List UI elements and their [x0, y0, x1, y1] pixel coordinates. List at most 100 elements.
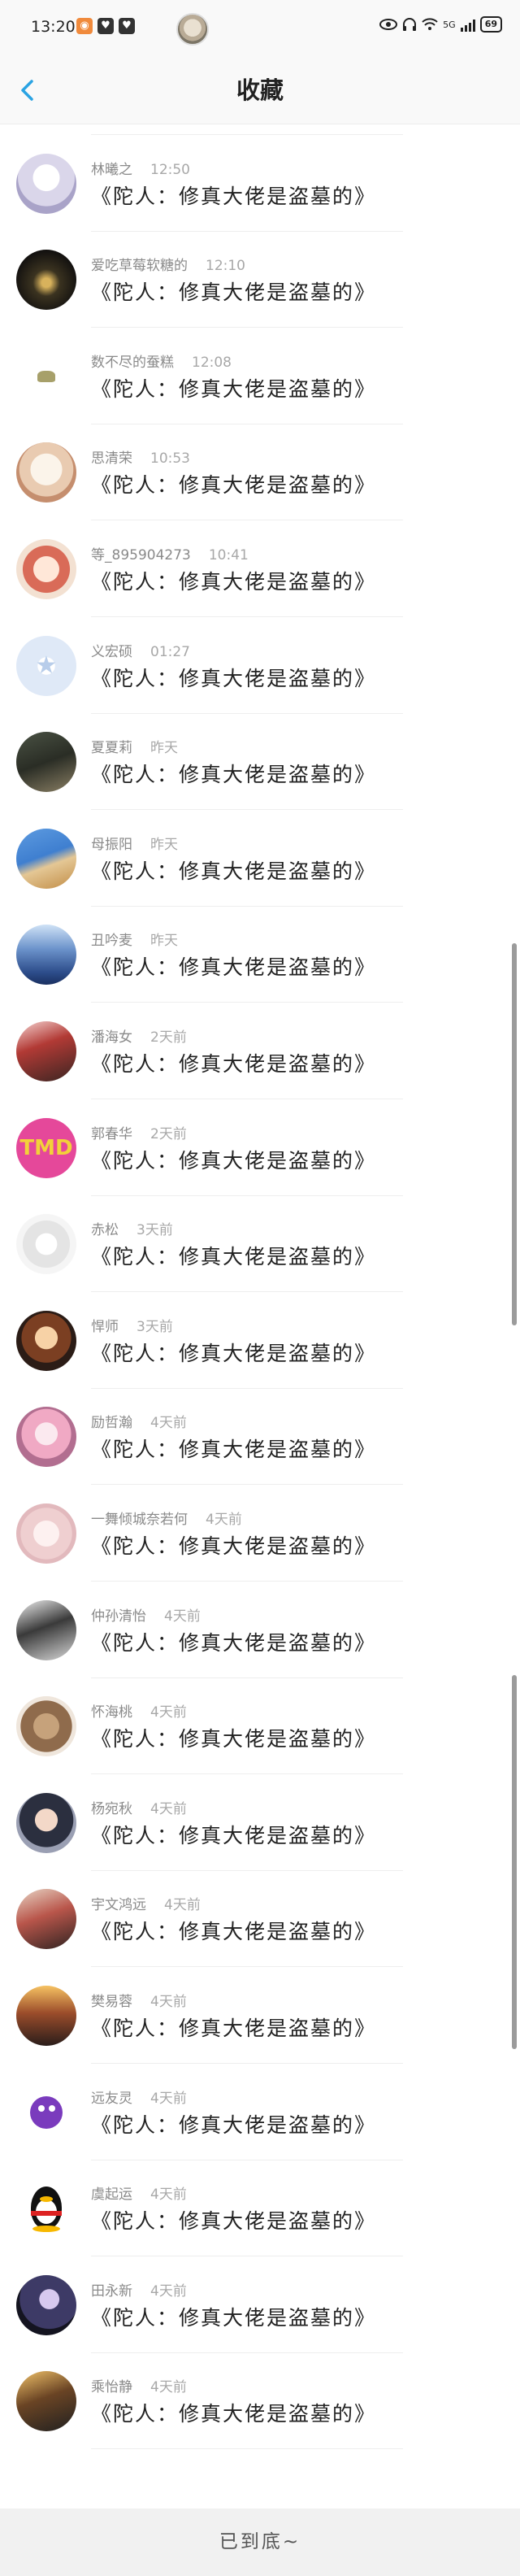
- avatar[interactable]: TMD: [16, 1118, 76, 1178]
- message-preview: 《陀人：修真大佬是盗墓的》: [91, 1824, 377, 1847]
- sender-name: 数不尽的蚕糕: [91, 355, 174, 371]
- item-meta: 悍师 3天前: [91, 1315, 173, 1335]
- timestamp: 4天前: [164, 1608, 201, 1625]
- avatar[interactable]: [16, 539, 76, 599]
- avatar[interactable]: [16, 346, 76, 407]
- timestamp: 4天前: [164, 1897, 201, 1913]
- timestamp: 12:50: [150, 162, 190, 178]
- avatar[interactable]: [16, 1214, 76, 1274]
- message-preview: 《陀人：修真大佬是盗墓的》: [91, 955, 377, 979]
- sender-name: 夏夏莉: [91, 740, 132, 756]
- floating-avatar-icon[interactable]: [176, 13, 209, 46]
- sender-name: 义宏硕: [91, 644, 132, 660]
- list-item[interactable]: 思清荣 10:53 《陀人：修真大佬是盗墓的》: [0, 424, 520, 520]
- avatar[interactable]: [16, 2178, 76, 2239]
- headphones-icon: [403, 18, 417, 31]
- timestamp: 12:08: [192, 355, 232, 371]
- avatar[interactable]: [16, 2082, 76, 2143]
- timestamp: 2天前: [150, 1126, 187, 1142]
- item-meta: 思清荣 10:53: [91, 446, 190, 467]
- message-preview: 《陀人：修真大佬是盗墓的》: [91, 1534, 377, 1558]
- sender-name: 等_895904273: [91, 547, 191, 564]
- avatar[interactable]: [16, 732, 76, 792]
- message-preview: 《陀人：修真大佬是盗墓的》: [91, 859, 377, 883]
- message-preview: 《陀人：修真大佬是盗墓的》: [91, 1727, 377, 1751]
- list-item[interactable]: 怀海桃 4天前 《陀人：修真大佬是盗墓的》: [0, 1677, 520, 1774]
- item-meta: 数不尽的蚕糕 12:08: [91, 350, 232, 371]
- list-item[interactable]: 杨宛秋 4天前 《陀人：修真大佬是盗墓的》: [0, 1774, 520, 1871]
- avatar[interactable]: [16, 2275, 76, 2335]
- list-item[interactable]: 乘怡静 4天前《陀人：修真大佬是盗墓的》: [0, 2352, 520, 2449]
- avatar[interactable]: [16, 1311, 76, 1371]
- page-title: 收藏: [236, 76, 284, 104]
- list-item[interactable]: 励哲瀚 4天前 《陀人：修真大佬是盗墓的》: [0, 1388, 520, 1485]
- avatar[interactable]: [16, 829, 76, 889]
- timestamp: 4天前: [206, 1512, 242, 1528]
- list-item[interactable]: 潘海女 2天前 《陀人：修真大佬是盗墓的》: [0, 1003, 520, 1099]
- list-item[interactable]: 仲孙清怡 4天前 《陀人：修真大佬是盗墓的》: [0, 1582, 520, 1678]
- list-item[interactable]: 宇文鸿远 4天前 《陀人：修真大佬是盗墓的》: [0, 1870, 520, 1967]
- message-preview: 《陀人：修真大佬是盗墓的》: [91, 2402, 377, 2426]
- divider: [91, 2448, 403, 2449]
- list-item[interactable]: 远友灵 4天前 《陀人：修真大佬是盗墓的》: [0, 2064, 520, 2160]
- timestamp: 昨天: [150, 740, 178, 756]
- avatar[interactable]: [16, 2371, 76, 2431]
- timestamp: 4天前: [150, 2091, 187, 2107]
- battery-icon: 69: [479, 16, 502, 33]
- sender-name: 仲孙清怡: [91, 1608, 146, 1625]
- sender-name: 宇文鸿远: [91, 1897, 146, 1913]
- avatar[interactable]: [16, 1407, 76, 1467]
- avatar[interactable]: [16, 1503, 76, 1564]
- avatar[interactable]: [16, 1600, 76, 1660]
- avatar[interactable]: [16, 154, 76, 214]
- timestamp: 3天前: [136, 1222, 173, 1238]
- sender-name: 樊易蓉: [91, 1994, 132, 2010]
- scrollbar-thumb[interactable]: [512, 1675, 517, 2049]
- item-meta: 樊易蓉 4天前: [91, 1990, 187, 2010]
- item-meta: 夏夏莉 昨天: [91, 736, 178, 756]
- avatar[interactable]: ★: [16, 636, 76, 696]
- back-button[interactable]: [10, 72, 47, 109]
- timestamp: 4天前: [150, 1994, 187, 2010]
- list-item[interactable]: 林曦之 12:50 《陀人：修真大佬是盗墓的》: [0, 135, 520, 232]
- message-preview: 《陀人：修真大佬是盗墓的》: [91, 281, 377, 304]
- list-item[interactable]: 樊易蓉 4天前 《陀人：修真大佬是盗墓的》: [0, 1967, 520, 2064]
- avatar[interactable]: [16, 1696, 76, 1756]
- timestamp: 3天前: [136, 1319, 173, 1335]
- list-item[interactable]: 爱吃草莓软糖的 12:10 《陀人：修真大佬是盗墓的》: [0, 231, 520, 328]
- list-item[interactable]: 母振阳 昨天《陀人：修真大佬是盗墓的》: [0, 810, 520, 907]
- avatar[interactable]: [16, 250, 76, 310]
- avatar[interactable]: [16, 1021, 76, 1081]
- heart-icon: ♥: [119, 18, 135, 34]
- timestamp: 12:10: [206, 258, 245, 274]
- message-preview: 《陀人：修真大佬是盗墓的》: [91, 2306, 377, 2330]
- scrollbar-thumb[interactable]: [512, 943, 517, 1325]
- list-item[interactable]: 赤松 3天前 《陀人：修真大佬是盗墓的》: [0, 1195, 520, 1292]
- list-item[interactable]: 丑吟麦 昨天 《陀人：修真大佬是盗墓的》: [0, 906, 520, 1003]
- end-of-list-text: 已到底~: [219, 2531, 301, 2552]
- avatar[interactable]: [16, 1986, 76, 2046]
- timestamp: 10:41: [208, 547, 249, 564]
- list-item[interactable]: 田永新 4天前 《陀人：修真大佬是盗墓的》: [0, 2256, 520, 2353]
- list-item[interactable]: 悍师 3天前 《陀人：修真大佬是盗墓的》: [0, 1292, 520, 1389]
- sender-name: 潘海女: [91, 1029, 132, 1046]
- avatar[interactable]: [16, 925, 76, 985]
- notification-icons: ◉ ♥ ♥: [76, 18, 135, 34]
- avatar[interactable]: [16, 1889, 76, 1949]
- message-preview: 《陀人：修真大佬是盗墓的》: [91, 763, 377, 786]
- list-item[interactable]: 夏夏莉 昨天《陀人：修真大佬是盗墓的》: [0, 713, 520, 810]
- list-item[interactable]: 一舞倾城奈若何 4天前《陀人：修真大佬是盗墓的》: [0, 1485, 520, 1582]
- list-item[interactable]: ★ 义宏硕 01:27 《陀人：修真大佬是盗墓的》: [0, 617, 520, 714]
- sender-name: 一舞倾城奈若何: [91, 1512, 188, 1528]
- list-item[interactable]: 等_895904273 10:41 《陀人：修真大佬是盗墓的》: [0, 520, 520, 617]
- item-meta: 母振阳 昨天: [91, 833, 178, 853]
- end-of-list-footer: 已到底~: [0, 2509, 520, 2576]
- item-meta: 励哲瀚 4天前: [91, 1411, 187, 1431]
- avatar[interactable]: [16, 442, 76, 503]
- signal-icon: [460, 17, 475, 32]
- list-item[interactable]: 数不尽的蚕糕 12:08 《陀人：修真大佬是盗墓的》: [0, 328, 520, 424]
- avatar[interactable]: [16, 1793, 76, 1853]
- list-item[interactable]: TMD 郭春华 2天前 《陀人：修真大佬是盗墓的》: [0, 1099, 520, 1196]
- item-meta: 乘怡静 4天前: [91, 2375, 187, 2395]
- list-item[interactable]: 虞起运 4天前 《陀人：修真大佬是盗墓的》: [0, 2160, 520, 2256]
